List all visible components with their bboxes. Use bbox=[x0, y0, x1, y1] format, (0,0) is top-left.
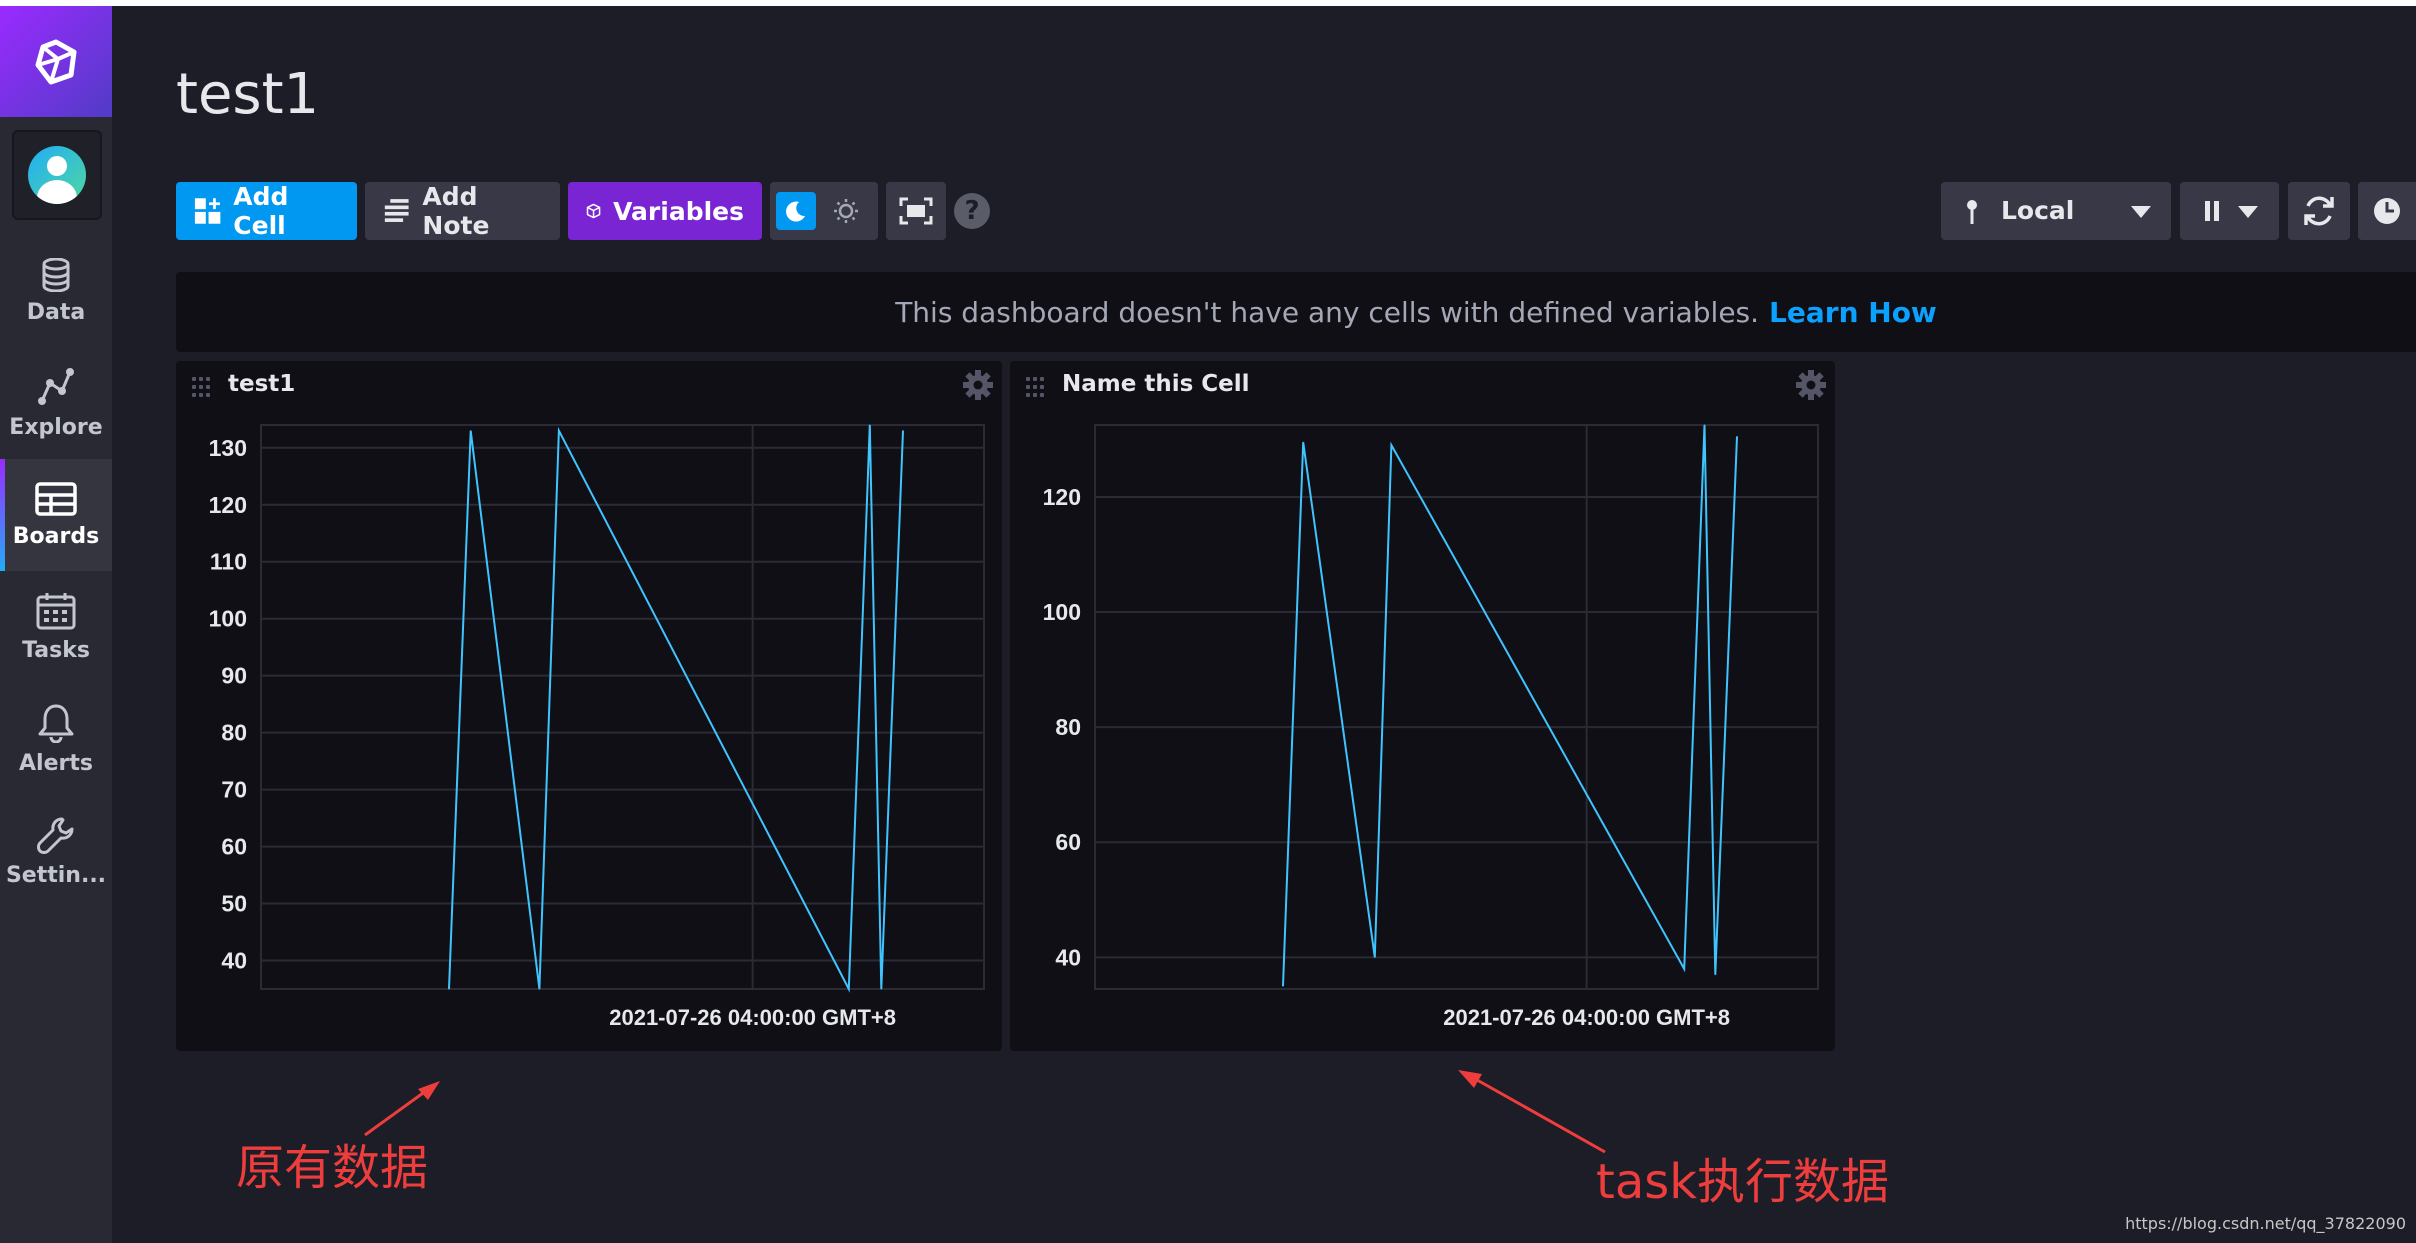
annotation-arrows bbox=[364, 1070, 1606, 1154]
annotation-task-data: task执行数据 bbox=[1596, 1154, 1890, 1210]
annotation-original-data: 原有数据 bbox=[236, 1140, 429, 1196]
watermark: https://blog.csdn.net/qq_37822090 bbox=[2125, 1214, 2406, 1233]
